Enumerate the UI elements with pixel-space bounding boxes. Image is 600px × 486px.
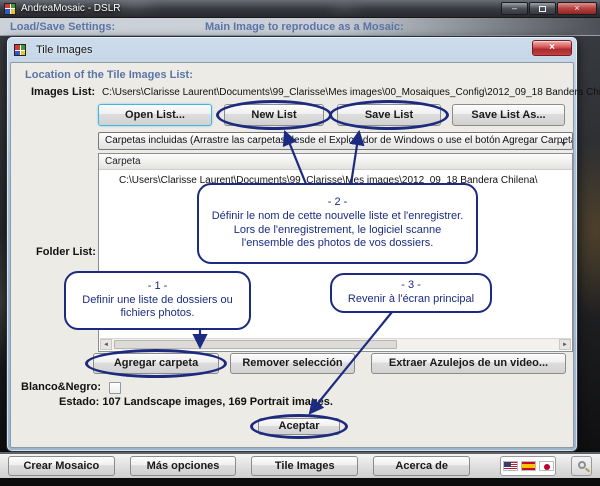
remover-seleccion-button[interactable]: Remover selección: [230, 353, 355, 374]
scrollbar-right-arrow-icon[interactable]: ►: [559, 339, 571, 350]
horizontal-scrollbar[interactable]: ◄ ►: [100, 338, 571, 350]
minimize-icon[interactable]: –: [501, 2, 528, 15]
annotation-bubble-3: - 3 - Revenir à l'écran principal: [330, 273, 492, 313]
magnifier-button[interactable]: [571, 456, 592, 476]
bubble-1-number: - 1 -: [74, 280, 241, 294]
language-selector-button[interactable]: [500, 456, 556, 476]
crear-mosaico-button[interactable]: Crear Mosaico: [8, 456, 115, 476]
us-flag-icon: [503, 461, 518, 471]
new-list-button[interactable]: New List: [224, 104, 324, 126]
images-list-label: Images List:: [31, 86, 95, 98]
scrollbar-left-arrow-icon[interactable]: ◄: [100, 339, 112, 350]
spain-flag-icon: [521, 461, 536, 471]
save-list-as-button[interactable]: Save List As...: [452, 104, 565, 126]
andreamosaic-logo-icon: [4, 3, 16, 15]
section-heading: Location of the Tile Images List:: [25, 69, 193, 81]
tile-images-dialog: Tile Images × Location of the Tile Image…: [6, 36, 578, 452]
dialog-content: Location of the Tile Images List: Images…: [10, 62, 574, 448]
bubble-3-text: Revenir à l'écran principal: [340, 293, 482, 307]
status-value: 107 Landscape images, 169 Portrait image…: [102, 396, 333, 408]
main-window-header-strip: Load/Save Settings: Main Image to reprod…: [0, 18, 600, 36]
scrollbar-thumb[interactable]: [114, 340, 397, 349]
folder-view-dropdown[interactable]: Carpetas incluidas (Arrastre las carpeta…: [98, 132, 573, 150]
extraer-azulejos-button[interactable]: Extraer Azulejos de un video...: [371, 353, 566, 374]
mas-opciones-button[interactable]: Más opciones: [130, 456, 237, 476]
desktop-background: AndreaMosaic - DSLR – × Load/Save Settin…: [0, 0, 600, 486]
list-column-header[interactable]: Carpeta: [99, 154, 572, 170]
main-window-bottom-bar: Crear Mosaico Más opciones Tile Images A…: [0, 452, 600, 478]
close-icon[interactable]: ×: [557, 2, 597, 15]
bubble-2-number: - 2 -: [207, 196, 468, 210]
tile-images-button[interactable]: Tile Images: [251, 456, 358, 476]
bubble-2-text: Définir le nom de cette nouvelle liste e…: [207, 210, 468, 251]
status-row: Estado: 107 Landscape images, 169 Portra…: [59, 396, 333, 408]
status-label: Estado:: [59, 396, 99, 408]
annotation-bubble-1: - 1 - Definir une liste de dossiers ou f…: [64, 271, 251, 330]
dialog-logo-icon: [14, 44, 26, 56]
maximize-icon[interactable]: [529, 2, 556, 15]
aceptar-button[interactable]: Aceptar: [258, 418, 340, 435]
acerca-de-button[interactable]: Acerca de: [373, 456, 470, 476]
bubble-3-number: - 3 -: [340, 279, 482, 293]
main-image-heading: Main Image to reproduce as a Mosaic:: [205, 21, 404, 33]
dialog-title: Tile Images: [36, 44, 92, 56]
save-list-button[interactable]: Save List: [337, 104, 441, 126]
japan-flag-icon: [539, 461, 554, 471]
dialog-close-icon[interactable]: ×: [532, 40, 572, 56]
annotation-bubble-2: - 2 - Définir le nom de cette nouvelle l…: [197, 183, 478, 264]
main-window-titlebar[interactable]: AndreaMosaic - DSLR – ×: [0, 0, 600, 18]
agregar-carpeta-button[interactable]: Agregar carpeta: [93, 353, 219, 374]
dropdown-selected-value: Carpetas incluidas (Arrastre las carpeta…: [105, 135, 573, 146]
folder-list-label: Folder List:: [36, 246, 96, 258]
images-list-path: C:\Users\Clarisse Laurent\Documents\99_C…: [102, 87, 600, 98]
chevron-down-icon: ▼: [560, 137, 567, 150]
open-list-button[interactable]: Open List...: [98, 104, 212, 126]
bubble-1-text: Definir une liste de dossiers ou fichier…: [74, 294, 241, 322]
main-window-title: AndreaMosaic - DSLR: [21, 3, 120, 14]
load-save-settings-heading: Load/Save Settings:: [10, 21, 115, 33]
blanco-negro-checkbox[interactable]: [109, 382, 121, 394]
blanco-negro-label: Blanco&Negro:: [21, 381, 101, 393]
dialog-titlebar[interactable]: Tile Images ×: [10, 39, 574, 61]
